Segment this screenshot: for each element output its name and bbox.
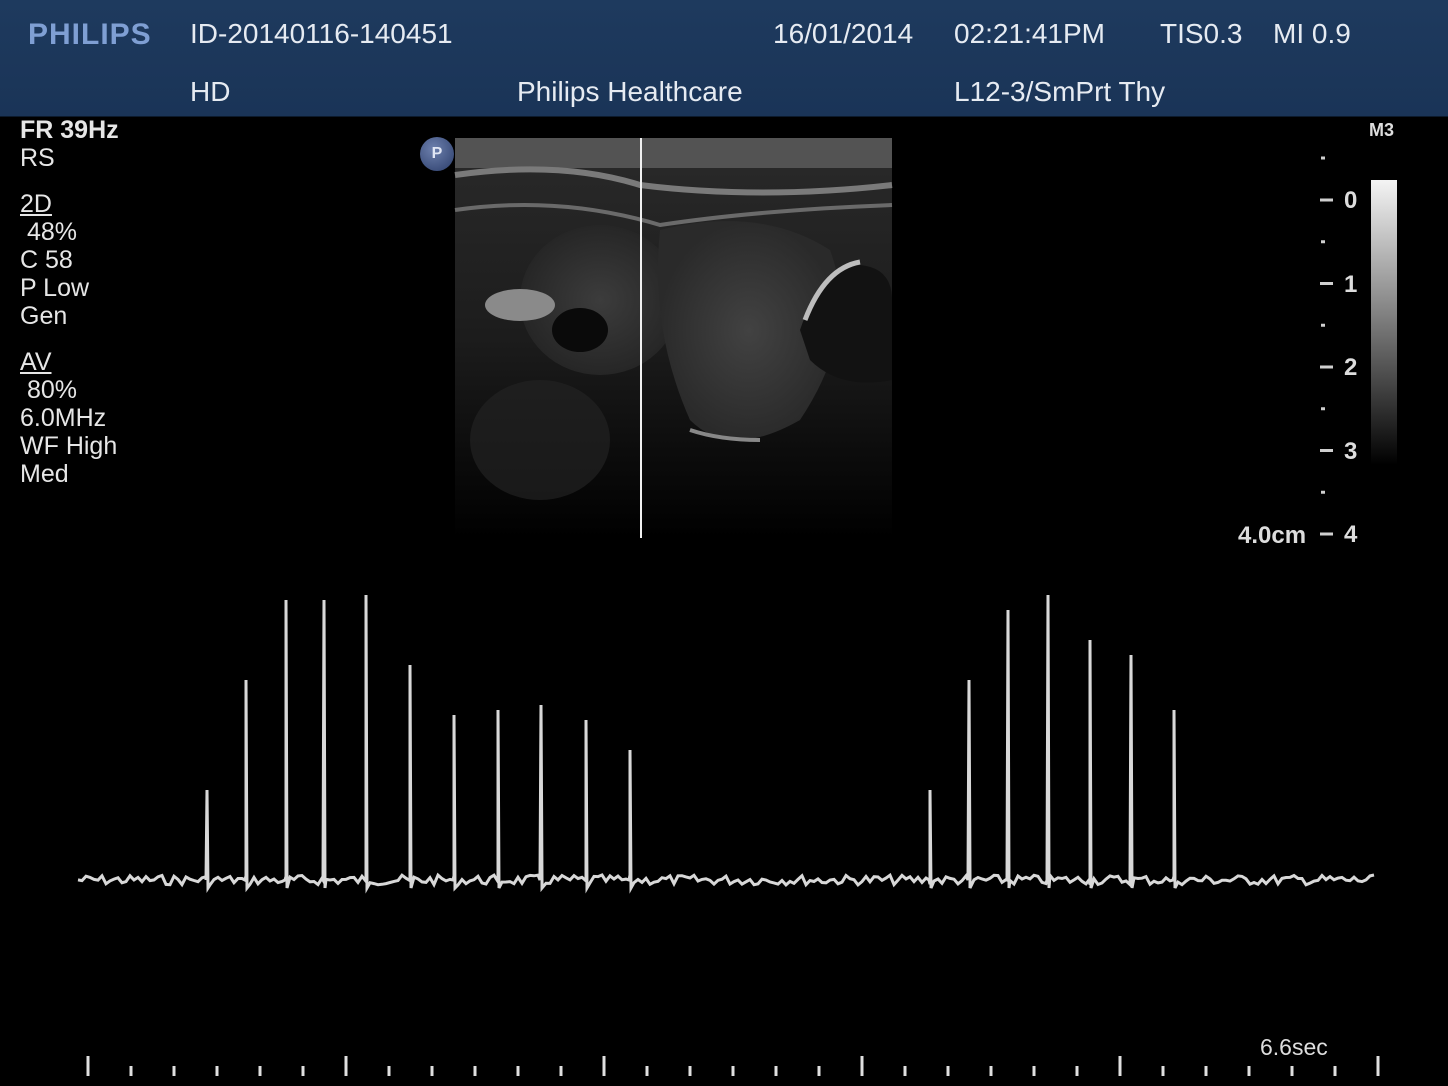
doppler-trace [77, 594, 1375, 894]
time-scale-label: 6.6sec [1260, 1034, 1328, 1060]
probe-orientation-marker: P [420, 137, 454, 171]
depth-label-3: 3 [1344, 438, 1358, 465]
depth-label-0: 0 [1344, 187, 1358, 214]
grayscale-bar [1371, 180, 1397, 465]
map-label: M3 [1369, 120, 1395, 140]
depth-total: 4.0cm [1238, 522, 1307, 549]
time-axis [86, 1056, 1380, 1076]
ultrasound-display [77, 138, 1397, 1076]
depth-label-1: 1 [1344, 271, 1358, 298]
bmode-image [454, 138, 893, 538]
depth-label-4: 4 [1344, 521, 1358, 548]
depth-ruler [1320, 156, 1333, 536]
depth-label-2: 2 [1344, 354, 1358, 381]
